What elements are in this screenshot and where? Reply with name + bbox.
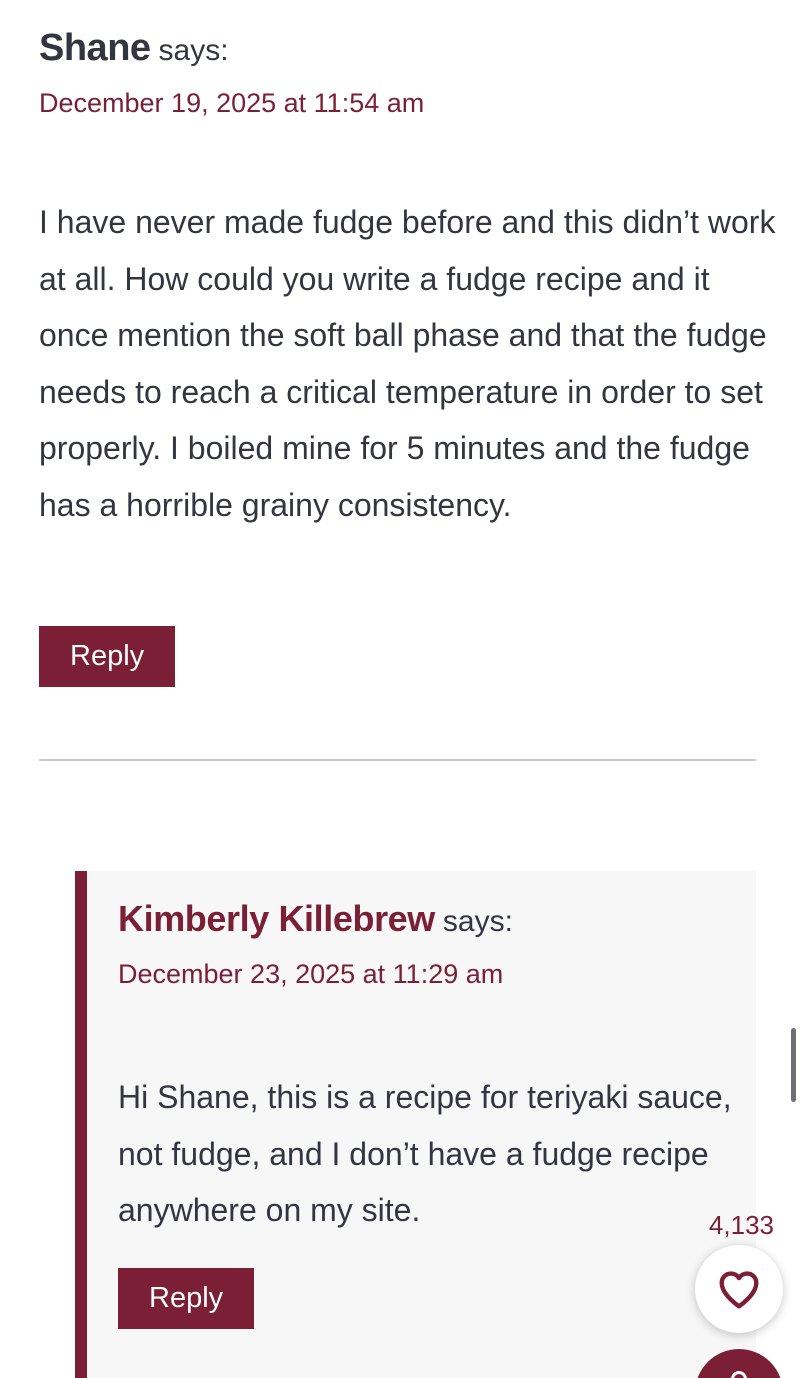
like-button[interactable] (695, 1245, 783, 1333)
comment-says-label: says: (158, 34, 229, 67)
comment-reply-kimberly: Kimberly Killebrew says: December 23, 202… (75, 871, 756, 1378)
comment-icon (731, 1371, 747, 1378)
comment-date-link[interactable]: December 19, 2025 at 11:54 am (39, 86, 759, 120)
reply-says-label: says: (442, 905, 513, 938)
like-count: 4,133 (708, 1210, 774, 1240)
reply-button-nested[interactable]: Reply (118, 1268, 255, 1329)
comment-author-line: Shane says: (39, 24, 759, 80)
reply-author-line: Kimberly Killebrew says: (118, 895, 738, 951)
heart-icon (719, 1271, 759, 1309)
reply-body: Hi Shane, this is a recipe for teriyaki … (118, 1079, 732, 1228)
comment-body: I have never made fudge before and this … (39, 204, 776, 523)
scrollbar-thumb[interactable] (791, 1028, 796, 1102)
comment-divider (39, 759, 756, 761)
comments-page: Shane says: December 19, 2025 at 11:54 am… (0, 0, 802, 1378)
comment-shane: Shane says: December 19, 2025 at 11:54 am… (39, 24, 775, 533)
reply-button[interactable]: Reply (39, 626, 176, 687)
comment-author-name: Shane (39, 27, 151, 69)
reply-date-link[interactable]: December 23, 2025 at 11:29 am (118, 957, 738, 991)
reply-author-name[interactable]: Kimberly Killebrew (118, 898, 435, 939)
reply-content: Kimberly Killebrew says: December 23, 202… (118, 895, 738, 1239)
